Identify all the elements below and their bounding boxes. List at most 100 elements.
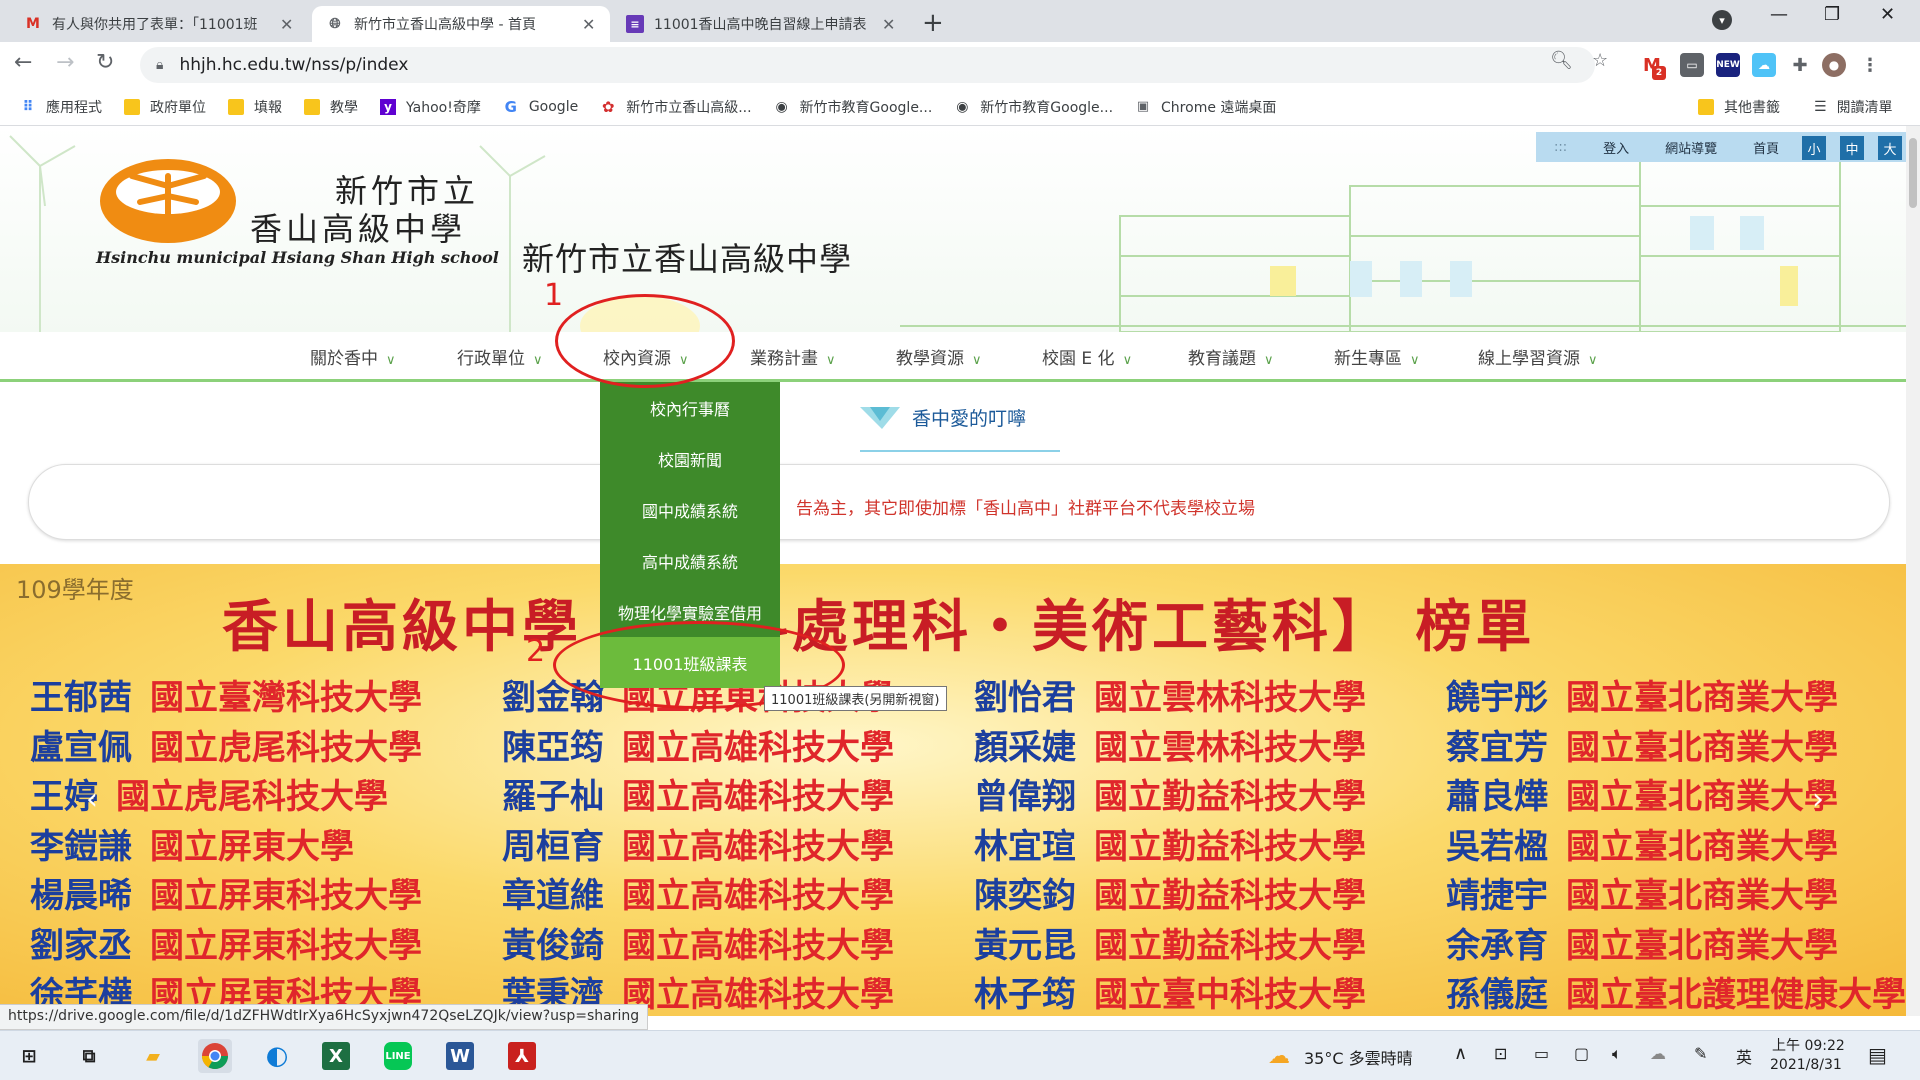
close-icon[interactable]: ✕ [882,15,895,34]
new-tab-button[interactable]: + [922,8,944,38]
honor-university: 國立屏東科技大學 [150,925,422,966]
volume-icon[interactable]: 🔈︎ [1612,1044,1622,1064]
honor-student-name: 林宜瑄 [974,826,1076,867]
bookmark-folder[interactable]: 政府單位 [124,97,206,117]
edge-icon[interactable]: ◐ [260,1039,294,1073]
bookmark-folder[interactable]: 填報 [228,97,282,117]
marquee-text[interactable]: 告為主，其它即使加標「香山高中」社群平台不代表學校立場 [796,494,1255,519]
sitemap-link[interactable]: 網站導覽 [1665,138,1717,157]
tab-title: 11001香山高中晚自習線上申請表 [654,17,867,33]
honor-university: 國立屏東大學 [150,826,354,867]
nav-freshmen[interactable]: 新生專區 ∨ [1334,344,1420,369]
windows-start-icon[interactable]: ⊞ [12,1039,46,1073]
onedrive-icon[interactable]: ☁ [1650,1044,1666,1063]
honor-university: 國立虎尾科技大學 [150,727,422,768]
address-bar[interactable]: 🔒︎ hhjh.hc.edu.tw/nss/p/index [140,47,1595,83]
lock-icon[interactable]: 🔒︎ [156,57,163,73]
network-icon[interactable]: ▢ [1574,1044,1589,1063]
font-medium-button[interactable]: 中 [1840,136,1864,160]
weather-icon[interactable]: ☁ [1262,1039,1296,1073]
word-icon[interactable]: W [446,1042,474,1070]
task-view-icon[interactable]: ⧉ [72,1039,106,1073]
tab-school-home[interactable]: 🌐︎ 新竹市立香山高級中學 - 首頁 ✕ [312,6,610,42]
honor-roll-banner[interactable]: 109學年度 香山高級中學 料處理科・美術工藝科】 榜單 王郁茜 國立臺灣科技大學劉… [0,564,1906,1016]
chat-extension-icon[interactable]: ▭ [1680,53,1704,77]
tab-form[interactable]: ≡ 11001香山高中晚自習線上申請表 ✕ [612,6,909,42]
dropdown-item-news[interactable]: 校園新聞 [600,433,780,484]
dropdown-item-jh-grades[interactable]: 國中成績系統 [600,484,780,535]
honor-entry: 林宜瑄 國立勤益科技大學 [974,819,1366,868]
minimize-icon[interactable]: — [1770,4,1788,25]
clock-time[interactable]: 上午 09:22 [1772,1035,1845,1055]
font-small-button[interactable]: 小 [1802,136,1826,160]
carousel-prev-icon[interactable]: ‹ [86,782,98,817]
tray-device-icon[interactable]: ⊡ [1494,1044,1507,1063]
nav-online-learning[interactable]: 線上學習資源 ∨ [1478,344,1598,369]
login-link[interactable]: 登入 [1603,138,1629,157]
bookmark-other[interactable]: 其他書籤 [1698,88,1780,126]
bookmark-google[interactable]: G Google [503,98,579,116]
cloud-extension-icon[interactable]: ☁ [1752,53,1776,77]
line-icon[interactable]: LINE [384,1042,412,1070]
nav-projects[interactable]: 業務計畫 ∨ [750,344,836,369]
reload-icon[interactable]: ↻ [96,50,114,75]
nav-admin[interactable]: 行政單位 ∨ [457,344,543,369]
accesskey-dots[interactable]: ::: [1554,140,1567,155]
extensions-puzzle-icon[interactable]: ✚ [1788,53,1812,77]
site-title[interactable]: 新竹市立香山高級中學 [522,234,852,280]
menu-kebab-icon[interactable]: ⋮ [1858,53,1882,77]
bookmark-folder[interactable]: 教學 [304,97,358,117]
notification-icon[interactable]: ▤ [1868,1043,1887,1067]
folder-icon [1698,99,1714,115]
back-icon[interactable]: ← [14,50,32,75]
notice-heading: 香中愛的叮嚀 [860,404,1026,431]
bookmark-star-icon[interactable]: ☆ [1592,50,1608,71]
tray-chevron-up-icon[interactable]: ∧ [1454,1043,1467,1064]
tab-search-icon[interactable]: ▾ [1712,10,1732,30]
page-scrollbar[interactable] [1906,126,1920,1016]
close-icon[interactable]: ✕ [280,15,293,34]
ime-indicator[interactable]: 英 [1736,1044,1752,1068]
home-link[interactable]: 首頁 [1753,138,1779,157]
honor-student-name: 劉怡君 [974,678,1076,718]
scrollbar-thumb[interactable] [1909,138,1917,208]
bookmark-remote-desktop[interactable]: ▣ Chrome 遠端桌面 [1135,97,1277,117]
nav-e-campus[interactable]: 校園 E 化 ∨ [1042,344,1132,369]
folder-icon [124,98,140,115]
dropdown-item-calendar[interactable]: 校內行事曆 [600,382,780,433]
school-logo-icon: ✿ [601,97,615,116]
bookmark-edu-google[interactable]: ◉ 新竹市教育Google... [954,97,1113,117]
reading-list[interactable]: ☰ 閱讀清單 [1814,88,1893,126]
acrobat-icon[interactable]: ⅄ [508,1042,536,1070]
pen-icon[interactable]: ✎ [1694,1044,1707,1063]
excel-icon[interactable]: X [322,1042,350,1070]
weather-text[interactable]: 35°C 多雲時晴 [1304,1045,1413,1069]
close-icon[interactable]: ✕ [582,15,595,34]
chrome-icon[interactable] [198,1039,232,1073]
bookmark-apps[interactable]: ⠿ 應用程式 [20,97,102,117]
carousel-next-icon[interactable]: › [1812,782,1824,817]
bookmark-edu-google[interactable]: ◉ 新竹市教育Google... [774,97,932,117]
honor-student-name: 吳若楹 [1446,826,1548,867]
dropdown-item-sh-grades[interactable]: 高中成績系統 [600,535,780,586]
tab-gmail[interactable]: M 有人與你共用了表單：「11001班 ✕ [10,6,307,42]
zoom-icon[interactable]: 🔍︎ [1550,50,1573,71]
bookmark-yahoo[interactable]: y Yahoo!奇摩 [380,97,481,117]
chevron-down-icon: ∨ [1122,353,1133,368]
nav-teaching[interactable]: 教學資源 ∨ [896,344,982,369]
school-logo-icon [100,159,236,243]
honor-entry: 曾偉翔 國立勤益科技大學 [974,769,1366,818]
forward-icon[interactable]: → [56,50,74,75]
honor-university: 國立臺北護理健康大學 [1566,975,1906,1015]
bookmark-school[interactable]: ✿ 新竹市立香山高級... [600,97,752,117]
font-large-button[interactable]: 大 [1878,136,1902,160]
file-explorer-icon[interactable]: ▰ [136,1039,170,1073]
nav-about[interactable]: 關於香中 ∨ [310,344,396,369]
clock-date[interactable]: 2021/8/31 [1770,1057,1842,1073]
close-window-icon[interactable]: ✕ [1880,4,1895,25]
profile-avatar[interactable]: ● [1822,53,1846,77]
restore-icon[interactable]: ❐ [1824,4,1840,25]
battery-icon[interactable]: ▭ [1534,1044,1549,1063]
new-extension-icon[interactable]: NEW [1716,53,1740,77]
nav-edu-issues[interactable]: 教育議題 ∨ [1188,344,1274,369]
